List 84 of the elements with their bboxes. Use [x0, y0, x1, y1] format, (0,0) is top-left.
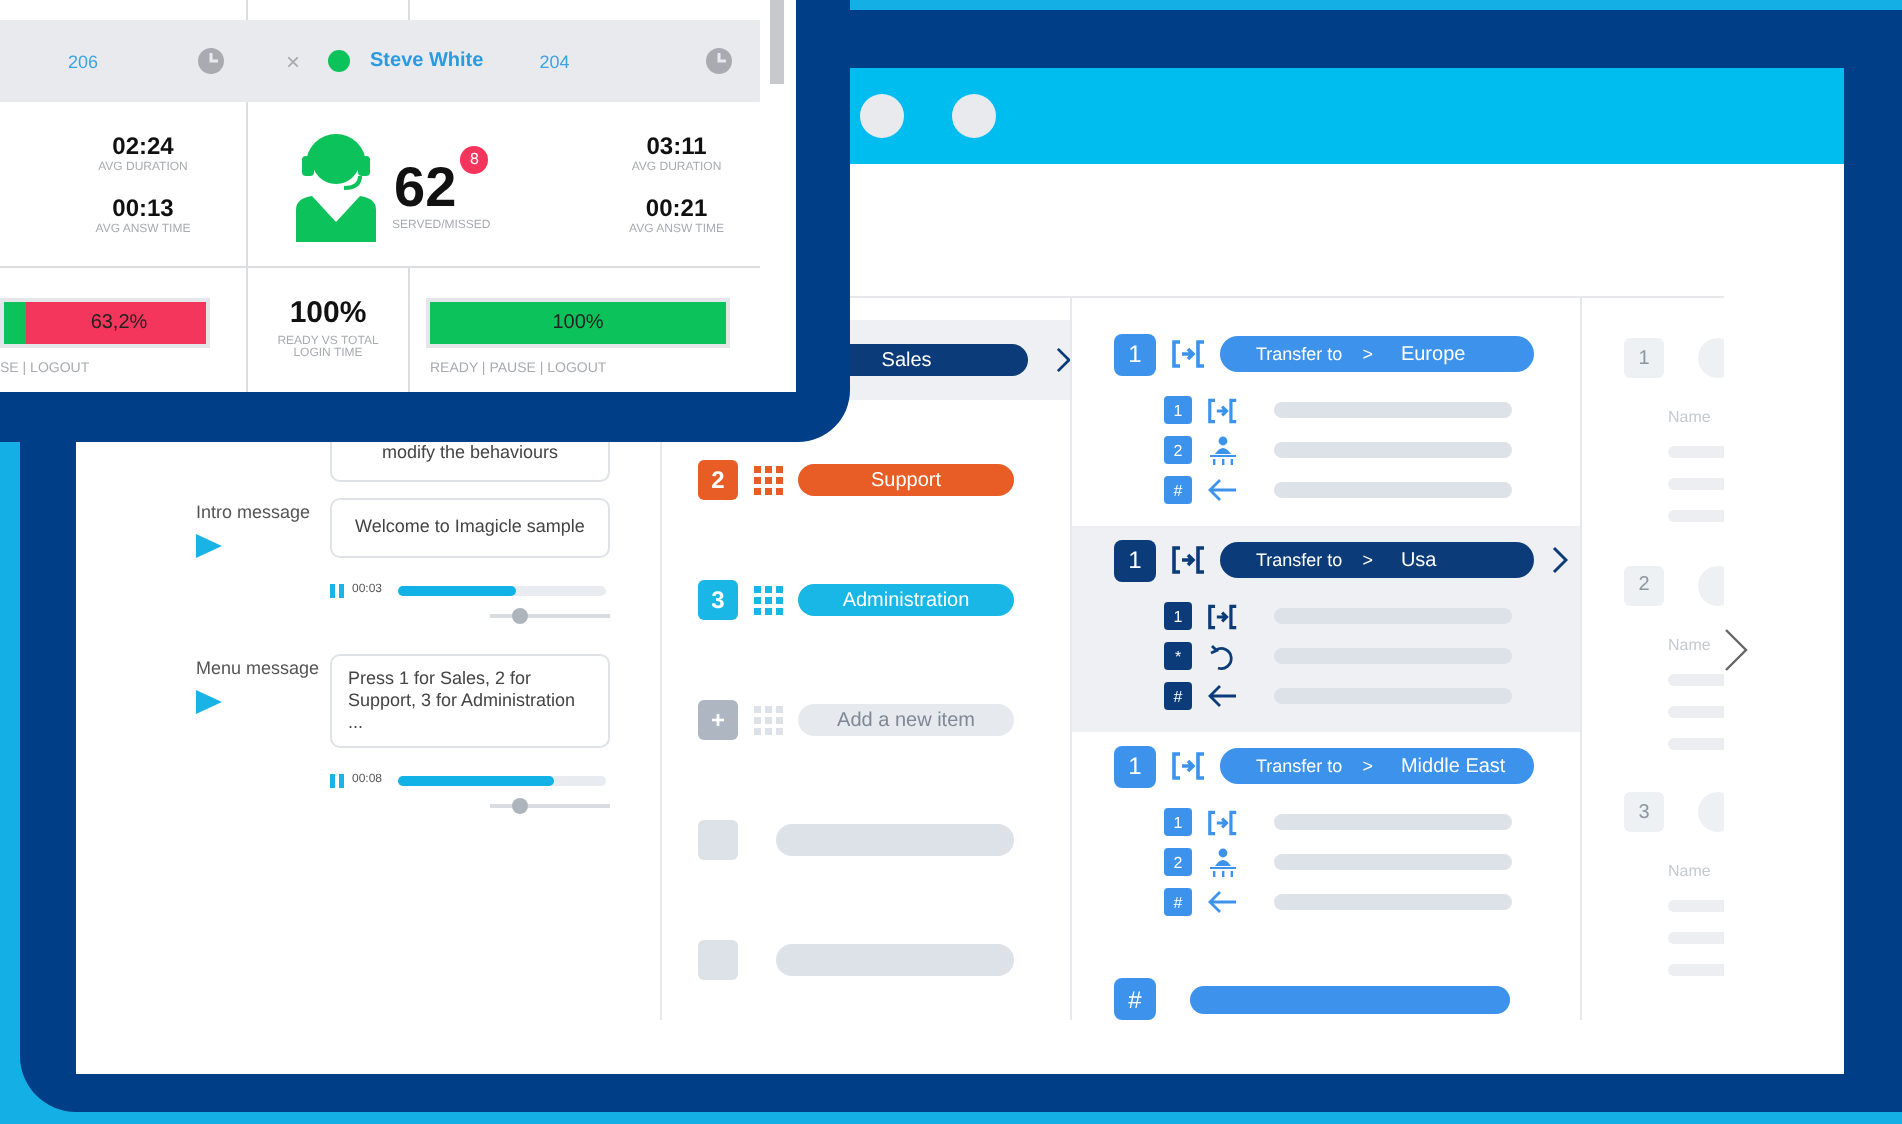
detail-number: 1 [1624, 338, 1664, 378]
window-control-icon[interactable] [952, 94, 996, 138]
option-number: # [1114, 978, 1156, 1020]
menu-option-pill[interactable]: Administration [798, 584, 1014, 616]
add-item-pill[interactable]: Add a new item [798, 704, 1014, 736]
chevron-right-icon[interactable] [1724, 627, 1748, 671]
option-number: 1 [1114, 333, 1156, 375]
key-badge: 2 [1164, 436, 1192, 464]
audio-progress-bar[interactable] [398, 775, 607, 785]
volume-thumb[interactable] [512, 608, 528, 624]
message-text-field[interactable]: Press 1 for Sales, 2 for Support, 3 for Administration ... [330, 654, 610, 748]
keypad-icon [754, 585, 784, 615]
field-label: Name [1668, 862, 1713, 881]
transfer-group[interactable]: 1 Transfer to > Europe 1 2 # [1072, 320, 1580, 526]
option-number: 1 [1114, 539, 1156, 581]
keypad-icon [754, 465, 784, 495]
key-badge: # [1164, 476, 1192, 504]
transfer-icon [1172, 340, 1206, 368]
served-count: 62 [394, 157, 457, 217]
transfer-pill[interactable]: Transfer to > Middle East [1220, 748, 1534, 784]
person-queue-icon [1208, 435, 1238, 465]
add-button[interactable]: + [698, 700, 738, 740]
agent-name: Steve White [370, 50, 484, 72]
ready-total-value: 100% [289, 296, 367, 330]
audio-progress-bar[interactable] [398, 585, 607, 595]
stat-value: 03:11 [646, 132, 707, 160]
agent-extension: 206 [68, 51, 99, 71]
transfer-icon [1208, 809, 1238, 835]
window-control-icon[interactable] [860, 94, 904, 138]
pause-icon[interactable] [330, 583, 344, 597]
menu-item[interactable]: 2 Support [662, 440, 1070, 520]
key-badge: 1 [1164, 602, 1192, 630]
play-icon[interactable] [196, 690, 222, 714]
key-badge: 1 [1164, 808, 1192, 836]
field-label: Name [1668, 408, 1713, 426]
stat-value: 00:21 [645, 194, 708, 222]
person-queue-icon [1208, 847, 1238, 877]
bar-reading: 63,2% [90, 312, 148, 334]
message-label: Intro message [196, 500, 313, 522]
arrow-left-icon [1208, 684, 1238, 708]
menu-item[interactable]: 3 Administration [662, 560, 1070, 640]
transfer-pill[interactable]: Transfer to > Europe [1220, 336, 1534, 372]
play-icon[interactable] [196, 534, 222, 558]
menu-number: 2 [698, 460, 738, 500]
transfer-icon [1208, 397, 1238, 423]
stat-value: 00:13 [112, 194, 174, 222]
repeat-icon [1208, 641, 1238, 671]
placeholder-square [698, 820, 738, 860]
clock-icon[interactable] [198, 48, 224, 74]
menu-option-pill[interactable]: Support [798, 464, 1014, 496]
key-badge: # [1164, 682, 1192, 710]
volume-thumb[interactable] [512, 798, 528, 814]
placeholder-bar [1668, 673, 1724, 686]
close-button[interactable]: × [286, 47, 301, 75]
option-number: 1 [1114, 745, 1156, 787]
detail-number: 3 [1624, 792, 1664, 833]
chevron-right-icon[interactable] [1552, 546, 1568, 574]
clock-icon[interactable] [706, 48, 732, 74]
arrow-left-icon [1208, 890, 1238, 914]
transfer-icon [1208, 603, 1238, 629]
missed-badge: 8 [460, 145, 489, 173]
key-badge: 1 [1164, 396, 1192, 424]
key-badge: * [1164, 642, 1192, 670]
chevron-right-icon[interactable] [1055, 346, 1070, 374]
message-text-field[interactable]: Welcome to Imagicle sample [330, 498, 610, 558]
key-badge: # [1164, 888, 1192, 916]
arrow-left-icon [1208, 478, 1238, 502]
key-badge: 2 [1164, 848, 1192, 876]
detail-number: 2 [1624, 565, 1664, 606]
pause-icon[interactable] [330, 773, 344, 787]
transfer-group[interactable]: 1 Transfer to > Usa 1 * # [1072, 526, 1580, 732]
transfer-icon [1172, 546, 1206, 574]
transfer-icon [1172, 752, 1206, 780]
bar-reading: 100% [552, 312, 604, 334]
transfer-group[interactable]: 1 Transfer to > Middle East 1 2 # [1072, 732, 1580, 938]
message-label: Menu message [196, 656, 322, 678]
keypad-icon [754, 705, 784, 735]
transfer-pill[interactable]: Transfer to > Usa [1220, 542, 1534, 578]
stat-value: 02:24 [112, 132, 174, 160]
scrollbar-thumb[interactable] [770, 0, 784, 84]
field-label: Name [1668, 635, 1713, 654]
menu-number: 3 [698, 580, 738, 620]
agent-extension: 204 [539, 51, 570, 71]
placeholder-square [698, 940, 738, 980]
